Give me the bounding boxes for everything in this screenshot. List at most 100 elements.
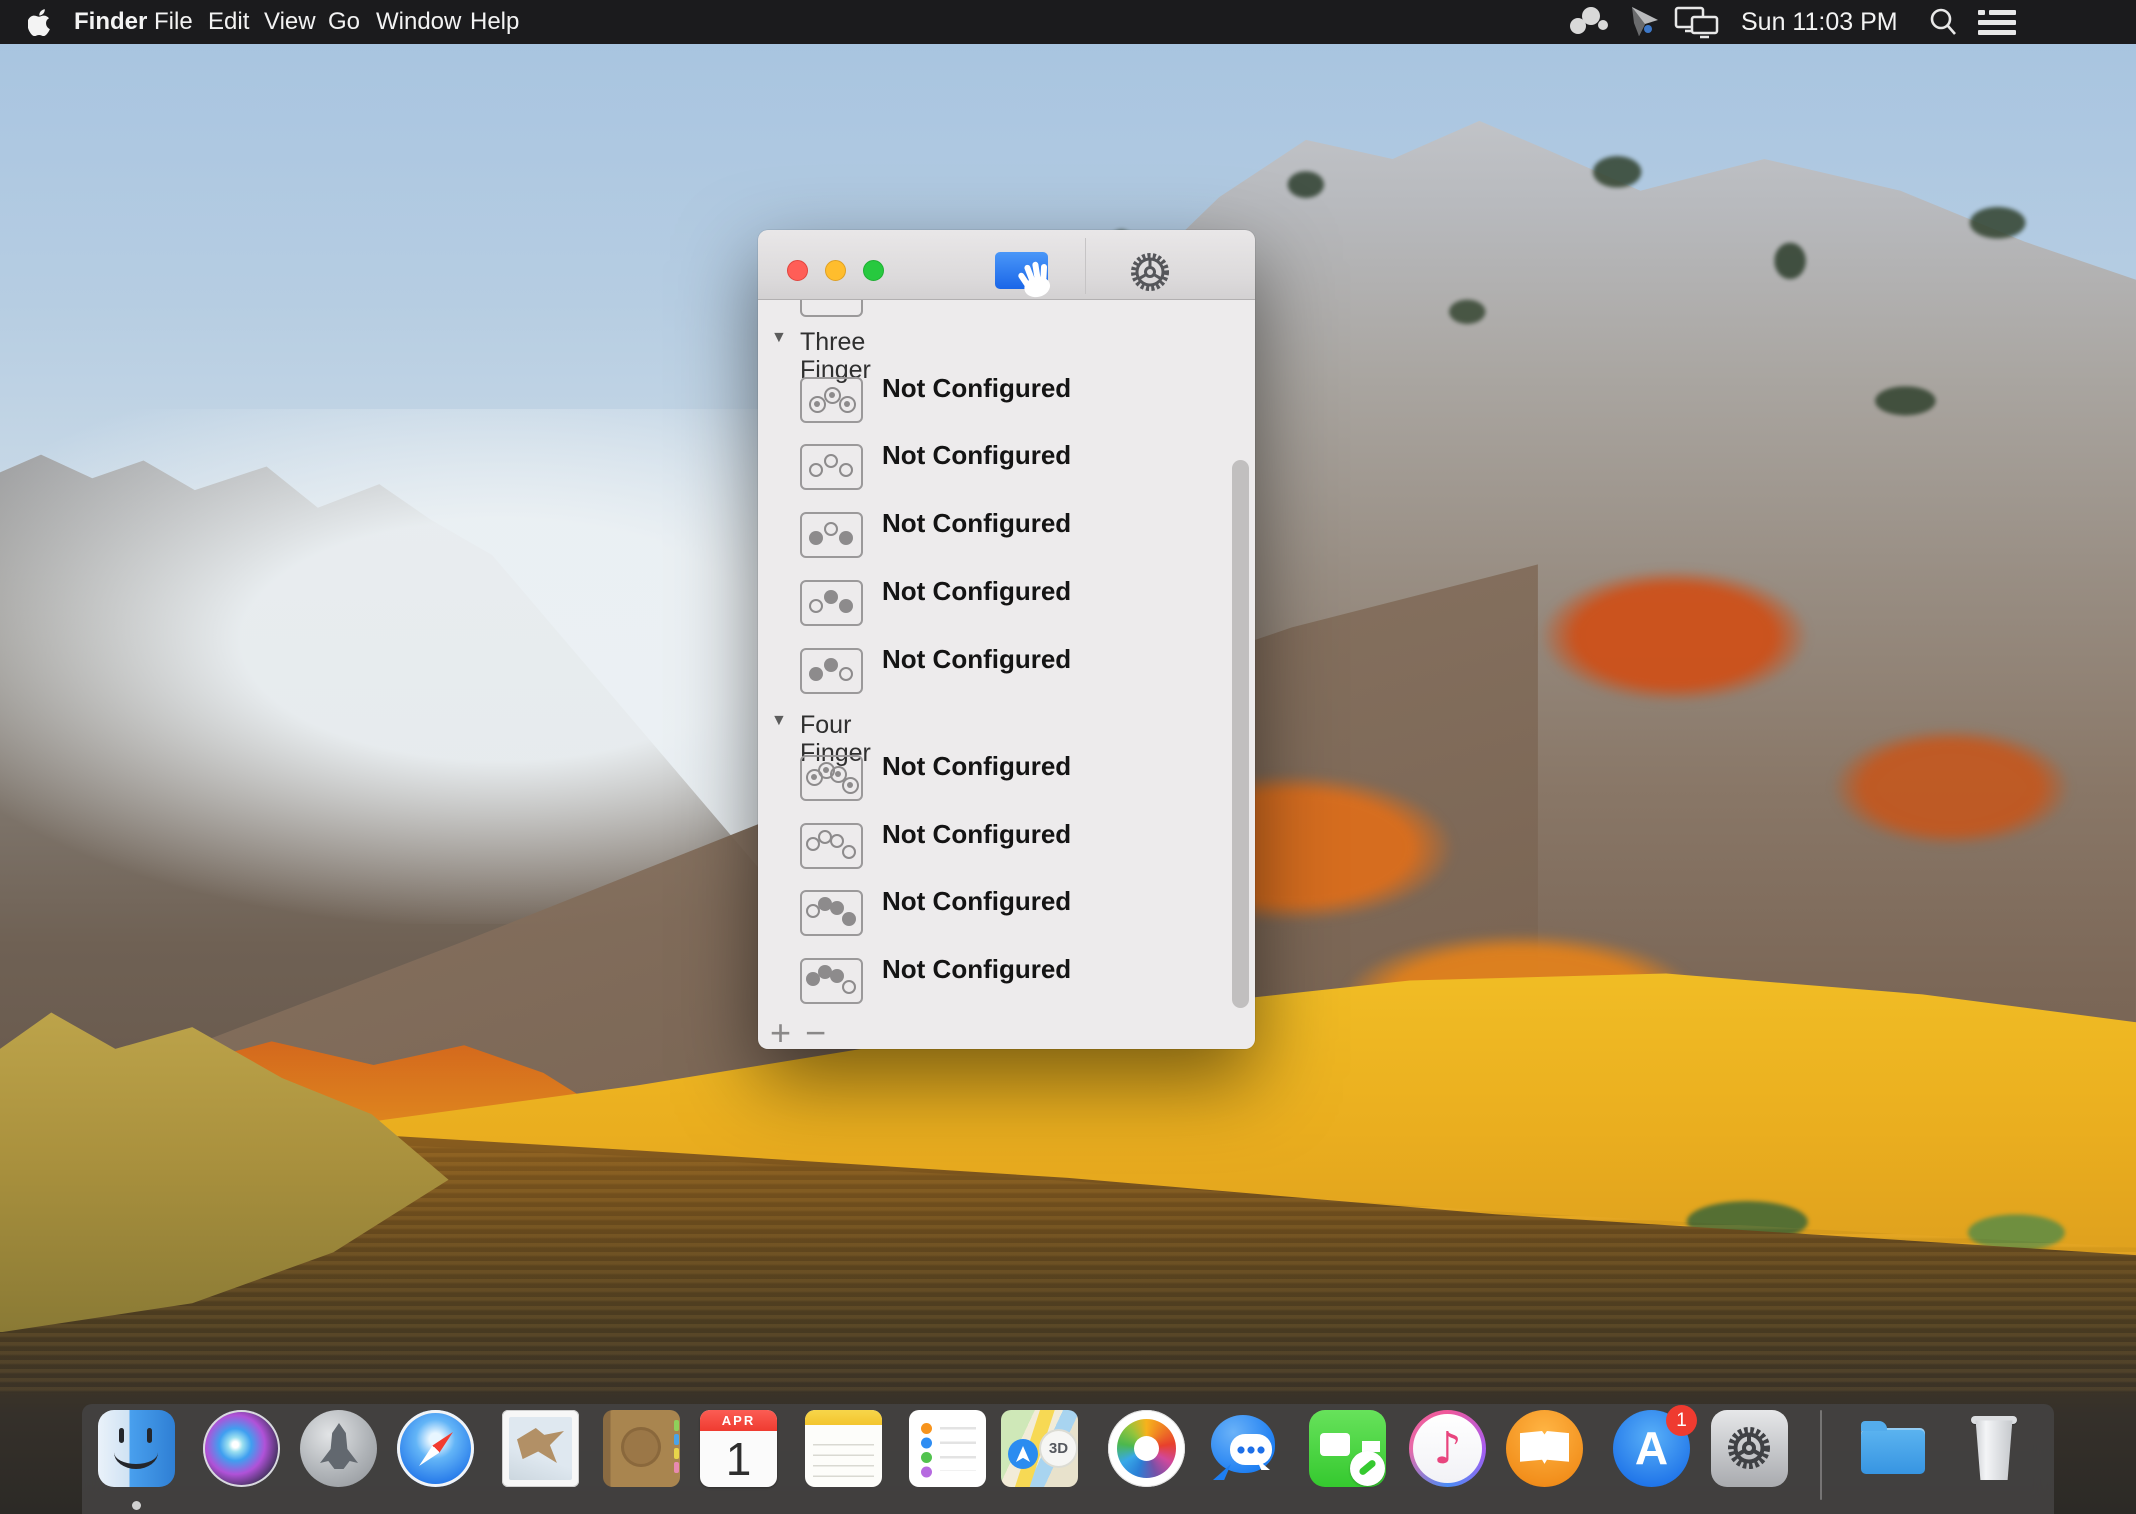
gesture-config-window: ▼ Three Finger Not Configured Not Config…: [758, 230, 1255, 1049]
dock-messages-icon[interactable]: [1207, 1410, 1284, 1487]
menu-item-go[interactable]: Go: [328, 0, 360, 44]
toolbar-tab-settings[interactable]: [1128, 250, 1172, 294]
menu-item-edit[interactable]: Edit: [208, 0, 249, 44]
messages-bubble-icon: [1211, 1415, 1275, 1473]
calendar-month-label: APR: [700, 1410, 777, 1431]
menu-bar: Finder File Edit View Go Window Help Sun…: [0, 0, 2136, 44]
menu-item-file[interactable]: File: [154, 0, 193, 44]
apple-menu[interactable]: [28, 0, 52, 44]
dock-app-store-icon[interactable]: 1: [1613, 1410, 1690, 1487]
finger-dot-filled: [824, 658, 838, 672]
finger-dot-filled: [839, 599, 853, 613]
finger-dot-filled: [839, 531, 853, 545]
trash-cup: [1974, 1418, 2014, 1480]
add-gesture-button[interactable]: +: [770, 1018, 791, 1048]
gesture-pattern-icon: [800, 648, 863, 694]
gesture-row[interactable]: Not Configured: [758, 890, 1255, 936]
gesture-row[interactable]: Not Configured: [758, 512, 1255, 558]
finger-dot-ring: [839, 396, 856, 413]
gesture-row[interactable]: Not Configured: [758, 377, 1255, 423]
finger-dot-hollow: [809, 463, 823, 477]
finger-dot-ring: [842, 777, 859, 794]
gesture-row[interactable]: Not Configured: [758, 580, 1255, 626]
dock-siri-icon[interactable]: [203, 1410, 280, 1487]
finger-dot-ring: [809, 396, 826, 413]
dock-downloads-folder-icon[interactable]: [1855, 1410, 1932, 1487]
display-mirroring-icon[interactable]: [1674, 0, 1720, 44]
finger-dot-hollow: [824, 454, 838, 468]
disclosure-triangle-icon[interactable]: ▼: [771, 712, 787, 730]
gesture-action-label: Not Configured: [882, 887, 1071, 915]
menu-bar-clock[interactable]: Sun 11:03 PM: [1741, 0, 1898, 44]
screen-pointer-icon[interactable]: [1626, 0, 1662, 44]
finger-dot-hollow: [809, 599, 823, 613]
menu-item-app[interactable]: Finder: [74, 0, 147, 44]
gesture-action-label: Not Configured: [882, 577, 1071, 605]
gesture-pattern-icon: [800, 580, 863, 626]
gesture-pattern-icon: [800, 890, 863, 936]
dock-trash-icon[interactable]: [1955, 1410, 2032, 1487]
dock-separator: [1820, 1410, 1822, 1500]
dock-system-preferences-icon[interactable]: [1711, 1410, 1788, 1487]
menu-item-view[interactable]: View: [264, 0, 316, 44]
gesture-row[interactable]: Not Configured: [758, 958, 1255, 1004]
finger-dot-hollow: [842, 845, 856, 859]
gear-icon: [1128, 250, 1172, 294]
window-titlebar[interactable]: [758, 230, 1255, 300]
gesture-pattern-icon: [800, 512, 863, 558]
finger-dot-filled: [809, 667, 823, 681]
toolbar-separator: [1085, 238, 1086, 294]
close-button[interactable]: [787, 260, 808, 281]
dock-maps-icon[interactable]: 3D: [1001, 1410, 1078, 1487]
dock: APR 1 3D 1: [82, 1404, 2054, 1514]
gesture-action-label: Not Configured: [882, 955, 1071, 983]
gesture-dots-icon[interactable]: [1566, 0, 1610, 44]
zoom-button[interactable]: [863, 260, 884, 281]
dock-contacts-icon[interactable]: [603, 1410, 680, 1487]
dock-launchpad-icon[interactable]: [300, 1410, 377, 1487]
gesture-action-label: Not Configured: [882, 645, 1071, 673]
dock-notes-icon[interactable]: [805, 1410, 882, 1487]
gesture-pattern-icon: [800, 823, 863, 869]
maps-3d-badge: 3D: [1041, 1431, 1076, 1466]
facetime-phone-icon: [1350, 1451, 1385, 1486]
finger-dot-hollow: [824, 522, 838, 536]
dock-mail-icon[interactable]: [502, 1410, 579, 1487]
gesture-pattern-icon: [800, 377, 863, 423]
dock-photos-icon[interactable]: [1108, 1410, 1185, 1487]
remove-gesture-button[interactable]: −: [805, 1018, 826, 1048]
dock-ibooks-icon[interactable]: [1506, 1410, 1583, 1487]
dock-safari-icon[interactable]: [397, 1410, 474, 1487]
finger-dot-filled: [809, 531, 823, 545]
dock-itunes-icon[interactable]: [1409, 1410, 1486, 1487]
gesture-row[interactable]: Not Configured: [758, 755, 1255, 801]
app-store-badge: 1: [1666, 1405, 1697, 1436]
dock-facetime-icon[interactable]: [1309, 1410, 1386, 1487]
dock-finder-icon[interactable]: [98, 1410, 175, 1487]
calendar-day-label: 1: [700, 1431, 777, 1487]
desktop[interactable]: Finder File Edit View Go Window Help Sun…: [0, 0, 2136, 1514]
spotlight-search-icon[interactable]: [1928, 0, 1958, 44]
dock-reminders-icon[interactable]: [909, 1410, 986, 1487]
gesture-pattern-icon: [800, 755, 863, 801]
notification-center-icon[interactable]: [1976, 0, 2018, 44]
gesture-action-label: Not Configured: [882, 820, 1071, 848]
apple-icon: [28, 8, 52, 36]
finder-running-indicator: [132, 1501, 141, 1510]
messages-ellipsis-icon: [1230, 1434, 1272, 1465]
folder-icon: [1861, 1428, 1925, 1474]
disclosure-triangle-icon[interactable]: ▼: [771, 329, 787, 347]
finger-dot-hollow: [830, 834, 844, 848]
gear-icon: [1711, 1410, 1788, 1487]
menu-item-window[interactable]: Window: [376, 0, 461, 44]
minimize-button[interactable]: [825, 260, 846, 281]
scrollbar-thumb[interactable]: [1232, 460, 1249, 1008]
gesture-action-label: Not Configured: [882, 374, 1071, 402]
toolbar-tab-trackpad[interactable]: [995, 252, 1048, 289]
maps-navigation-icon: [1008, 1439, 1038, 1469]
gesture-row[interactable]: Not Configured: [758, 648, 1255, 694]
menu-item-help[interactable]: Help: [470, 0, 519, 44]
gesture-row[interactable]: Not Configured: [758, 823, 1255, 869]
dock-calendar-icon[interactable]: APR 1: [700, 1410, 777, 1487]
gesture-row[interactable]: Not Configured: [758, 444, 1255, 490]
